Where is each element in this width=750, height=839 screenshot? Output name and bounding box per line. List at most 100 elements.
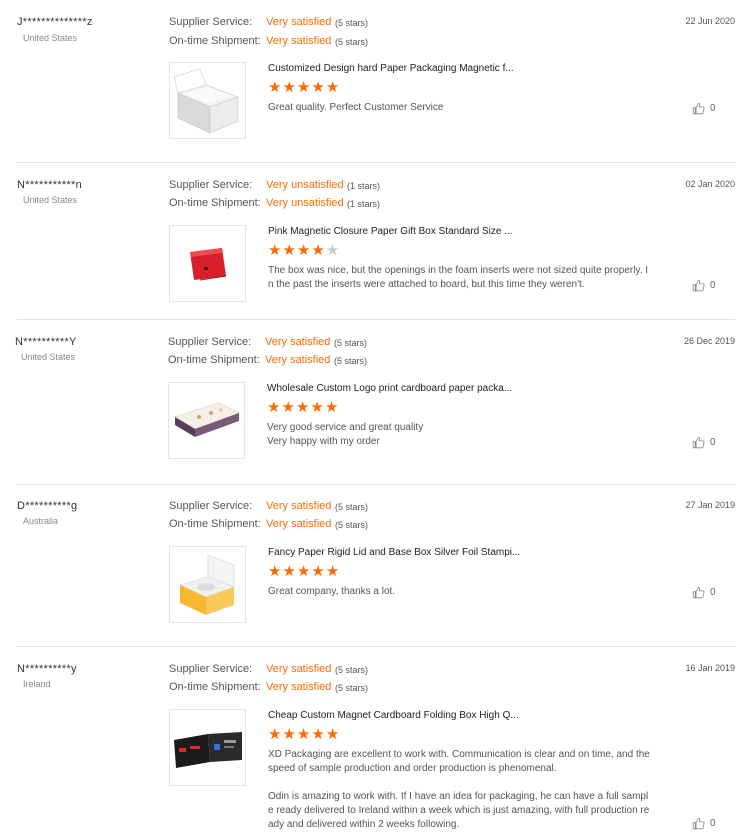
supplier-service-label: Supplier Service: [169,16,253,28]
like-count: 0 [710,280,716,291]
review-text: The box was nice, but the openings in th… [268,264,650,292]
review-text: Great quality. Perfect Customer Service [268,101,650,115]
product-thumbnail[interactable] [169,709,246,786]
star-filled-icon: ★ [268,726,283,743]
star-filled-icon: ★ [311,242,326,259]
star-filled-icon: ★ [324,399,340,416]
supplier-service-rating: Very satisfied [266,500,332,512]
ontime-shipment-stars: (5 stars) [334,356,368,366]
supplier-service-label: Supplier Service: [169,179,253,191]
review-date: 27 Jan 2019 [685,500,735,510]
supplier-service-rating: Very unsatisfied [266,179,344,191]
ontime-shipment-stars: (5 stars) [335,520,369,530]
buyer-name: N**********Y [15,336,77,348]
product-rating-stars: ★★★★★ [268,564,340,579]
supplier-service-stars: (5 stars) [335,502,369,512]
star-filled-icon: ★ [311,726,326,743]
like-count: 0 [710,103,716,114]
star-filled-icon: ★ [295,399,311,416]
product-thumbnail[interactable] [169,62,246,139]
buyer-name: D**********g [17,500,78,512]
black-folding-box-image [174,732,242,768]
ontime-shipment-label: On-time Shipment: [169,518,261,530]
review-text: Great company, thanks a lot. [268,585,650,599]
star-filled-icon: ★ [311,563,326,580]
supplier-service-rating: Very satisfied [266,16,332,28]
star-filled-icon: ★ [296,242,312,259]
buyer-name: N**********y [17,663,77,675]
product-thumbnail[interactable] [168,382,245,459]
star-filled-icon: ★ [282,242,297,259]
buyer-country: United States [21,352,76,362]
product-title[interactable]: Customized Design hard Paper Packaging M… [268,63,514,74]
product-rating-stars: ★★★★★ [268,727,340,742]
supplier-service-stars: (5 stars) [335,665,369,675]
white-magnetic-box-image [173,68,239,134]
star-filled-icon: ★ [268,79,283,96]
product-title[interactable]: Cheap Custom Magnet Cardboard Folding Bo… [268,710,519,721]
star-filled-icon: ★ [282,563,297,580]
ontime-shipment-stars: (1 stars) [347,199,381,209]
star-filled-icon: ★ [268,242,283,259]
product-title[interactable]: Fancy Paper Rigid Lid and Base Box Silve… [268,547,520,558]
review-text-line: XD Packaging are excellent to work with.… [268,749,650,774]
ontime-shipment-label: On-time Shipment: [169,681,261,693]
supplier-service-stars: (5 stars) [335,18,369,28]
star-filled-icon: ★ [325,79,341,96]
star-filled-icon: ★ [311,79,326,96]
star-filled-icon: ★ [267,399,282,416]
product-thumbnail[interactable] [169,546,246,623]
supplier-service-label: Supplier Service: [169,663,253,675]
drawer-box-image [174,402,240,437]
review-separator [17,162,735,163]
review-text-line: Great quality. Perfect Customer Service [268,102,444,113]
product-rating-stars: ★★★★★ [267,400,339,415]
supplier-service-stars: (1 stars) [347,181,381,191]
buyer-country: United States [23,33,78,43]
ontime-shipment-label: On-time Shipment: [169,35,261,47]
yellow-lid-box-image [179,554,235,615]
red-gift-box-image [190,248,227,281]
star-filled-icon: ★ [296,726,312,743]
review-text-line: Very good service and great quality [267,422,424,433]
like-count: 0 [710,587,716,598]
ontime-shipment-rating: Very satisfied [266,681,332,693]
like-button[interactable]: 0 [692,436,716,449]
buyer-name: N***********n [17,179,83,191]
review-text: XD Packaging are excellent to work with.… [268,748,650,832]
like-button[interactable]: 0 [692,102,716,115]
review-date: 02 Jan 2020 [685,179,735,189]
star-filled-icon: ★ [310,399,325,416]
ontime-shipment-stars: (5 stars) [335,37,369,47]
supplier-service-label: Supplier Service: [168,336,252,348]
thumbs-up-icon [692,436,705,449]
review-text-line: The box was nice, but the openings in th… [268,265,649,290]
star-filled-icon: ★ [325,563,341,580]
like-button[interactable]: 0 [692,586,716,599]
star-filled-icon: ★ [268,563,283,580]
supplier-service-label: Supplier Service: [169,500,253,512]
star-empty-icon: ★ [325,242,341,259]
supplier-service-rating: Very satisfied [265,336,331,348]
like-button[interactable]: 0 [692,817,716,830]
supplier-service-stars: (5 stars) [334,338,368,348]
like-button[interactable]: 0 [692,279,716,292]
ontime-shipment-stars: (5 stars) [335,683,369,693]
review-date: 22 Jun 2020 [685,16,735,26]
star-filled-icon: ★ [282,726,297,743]
ontime-shipment-rating: Very satisfied [266,35,332,47]
review-text-line: Great company, thanks a lot. [268,586,396,597]
review-text-line: Odin is amazing to work with. If I have … [268,791,650,830]
product-title[interactable]: Pink Magnetic Closure Paper Gift Box Sta… [268,226,513,237]
star-filled-icon: ★ [282,79,297,96]
ontime-shipment-rating: Very satisfied [266,518,332,530]
star-filled-icon: ★ [325,726,341,743]
buyer-country: Australia [23,516,59,526]
thumbs-up-icon [692,279,705,292]
product-thumbnail[interactable] [169,225,246,302]
product-title[interactable]: Wholesale Custom Logo print cardboard pa… [267,383,512,394]
like-count: 0 [710,437,716,448]
buyer-name: J**************z [17,16,93,28]
review-separator [17,484,735,485]
